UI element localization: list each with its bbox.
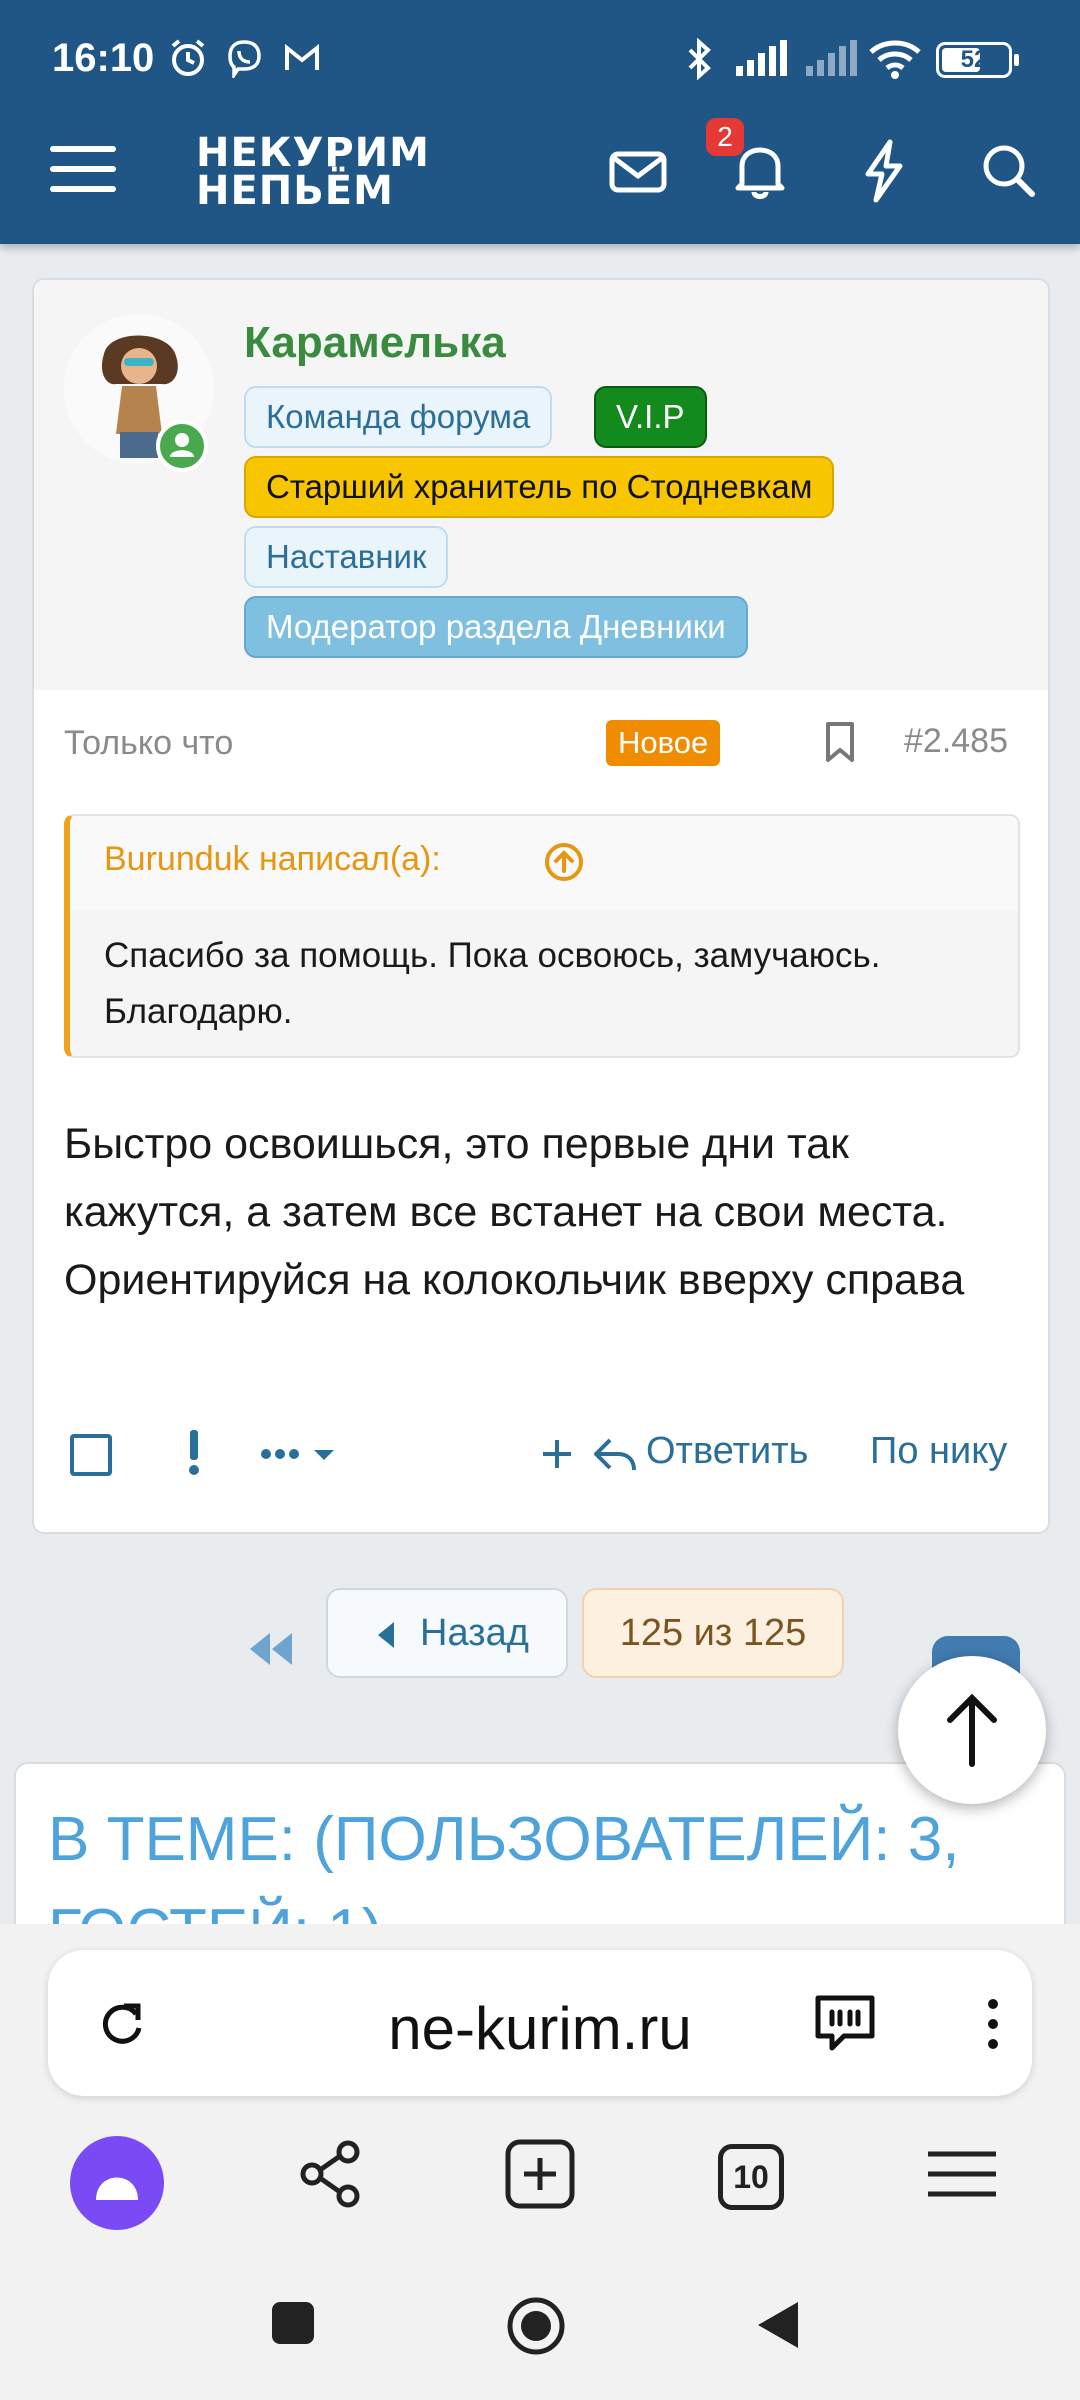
more-menu-icon[interactable] — [978, 1994, 1008, 2054]
hamburger-menu-button[interactable] — [50, 136, 116, 202]
post-user-block: Карамелька Команда форума V.I.P Старший … — [34, 280, 1048, 690]
reply-button[interactable]: Ответить — [646, 1430, 808, 1473]
reply-by-nick-button[interactable]: По нику — [870, 1430, 1007, 1473]
arrow-up-circle-icon[interactable] — [540, 836, 588, 884]
browser-chrome: ne-kurim.ru 10 — [0, 1924, 1080, 2400]
post-number[interactable]: #2.485 — [904, 722, 1008, 761]
lightning-icon[interactable] — [844, 130, 924, 210]
browser-menu-icon[interactable] — [922, 2134, 1002, 2214]
select-checkbox[interactable] — [66, 1422, 116, 1482]
scroll-to-top-button[interactable] — [898, 1656, 1046, 1804]
post-timestamp[interactable]: Только что — [64, 724, 233, 763]
post-actions: Ответить По нику — [34, 1410, 1048, 1500]
online-status-indicator — [156, 420, 208, 472]
new-tab-icon[interactable] — [500, 2134, 580, 2214]
badge-vip: V.I.P — [594, 386, 707, 448]
site-header: 16:10 52 НЕКУРИМ НЕПЬЁМ 2 — [0, 0, 1080, 244]
post-body: Быстро освоишься, это первые дни так каж… — [64, 1120, 965, 1304]
previous-page-button[interactable]: Назад — [326, 1588, 568, 1678]
notification-count-badge: 2 — [706, 118, 744, 156]
badge-senior-keeper: Старший хранитель по Стодневкам — [244, 456, 835, 518]
quote-block: Burunduk написал(а): Спасибо за помощь. … — [64, 814, 1020, 1058]
wifi-icon — [869, 40, 921, 79]
previous-page-label: Назад — [420, 1612, 529, 1654]
site-logo[interactable]: НЕКУРИМ НЕПЬЁМ — [196, 130, 430, 214]
nav-bar: НЕКУРИМ НЕПЬЁМ 2 — [0, 118, 1080, 244]
logo-line-1: НЕКУРИМ — [196, 130, 430, 176]
home-icon[interactable] — [504, 2294, 568, 2358]
alice-icon — [96, 2177, 138, 2200]
alarm-icon — [171, 39, 205, 76]
post-meta: Только что Новое #2.485 — [34, 690, 1048, 790]
page-count-label: 125 из 125 — [619, 1612, 807, 1654]
battery-level: 52 — [960, 46, 988, 73]
post-card: Карамелька Команда форума V.I.P Старший … — [32, 278, 1050, 1534]
badge-moderator: Модератор раздела Дневники — [244, 596, 748, 658]
post-username[interactable]: Карамелька — [244, 318, 506, 368]
signal-2-icon — [806, 40, 857, 76]
signal-icon — [736, 40, 787, 76]
viber-icon — [228, 40, 261, 78]
assistant-button[interactable] — [70, 2136, 164, 2230]
tabs-counter-button[interactable]: 10 — [718, 2144, 784, 2210]
bookmark-icon[interactable] — [818, 718, 862, 766]
recent-apps-icon[interactable] — [268, 2298, 318, 2348]
inbox-icon[interactable] — [598, 130, 678, 210]
badge-mentor: Наставник — [244, 526, 449, 588]
battery-indicator: 52 — [936, 42, 1019, 78]
user-icon — [170, 433, 194, 457]
badge-forum-team: Команда форума — [244, 386, 553, 448]
quote-header: Burunduk написал(а): — [70, 816, 1018, 910]
report-icon[interactable] — [174, 1422, 214, 1482]
chat-icon[interactable] — [810, 1990, 880, 2054]
search-icon[interactable] — [968, 130, 1048, 210]
page-indicator[interactable]: 125 из 125 — [582, 1588, 844, 1678]
quote-author[interactable]: Burunduk написал(а): — [104, 840, 441, 879]
topic-users-title: В ТЕМЕ: (ПОЛЬЗОВАТЕЛЕЙ: 3, ГОСТЕЙ: 1) — [48, 1805, 960, 1942]
share-icon[interactable] — [290, 2134, 370, 2214]
address-bar[interactable]: ne-kurim.ru — [48, 1950, 1032, 2096]
status-bar: 16:10 52 — [0, 0, 1080, 120]
status-time: 16:10 — [52, 36, 155, 80]
reply-icon[interactable] — [590, 1422, 640, 1482]
url-text[interactable]: ne-kurim.ru — [48, 1994, 1032, 2063]
quote-text: Спасибо за помощь. Пока освоюсь, замучаю… — [104, 936, 881, 1031]
arrow-up-icon — [947, 1693, 997, 1767]
more-options-icon[interactable] — [256, 1422, 346, 1482]
gmail-icon — [285, 43, 319, 70]
caret-left-icon — [378, 1622, 394, 1648]
logo-line-2: НЕПЬЁМ — [196, 168, 394, 214]
back-icon[interactable] — [752, 2298, 806, 2352]
bluetooth-icon — [688, 38, 711, 80]
new-badge: Новое — [606, 720, 721, 766]
first-page-icon[interactable] — [240, 1604, 300, 1694]
plus-icon[interactable] — [534, 1422, 580, 1482]
